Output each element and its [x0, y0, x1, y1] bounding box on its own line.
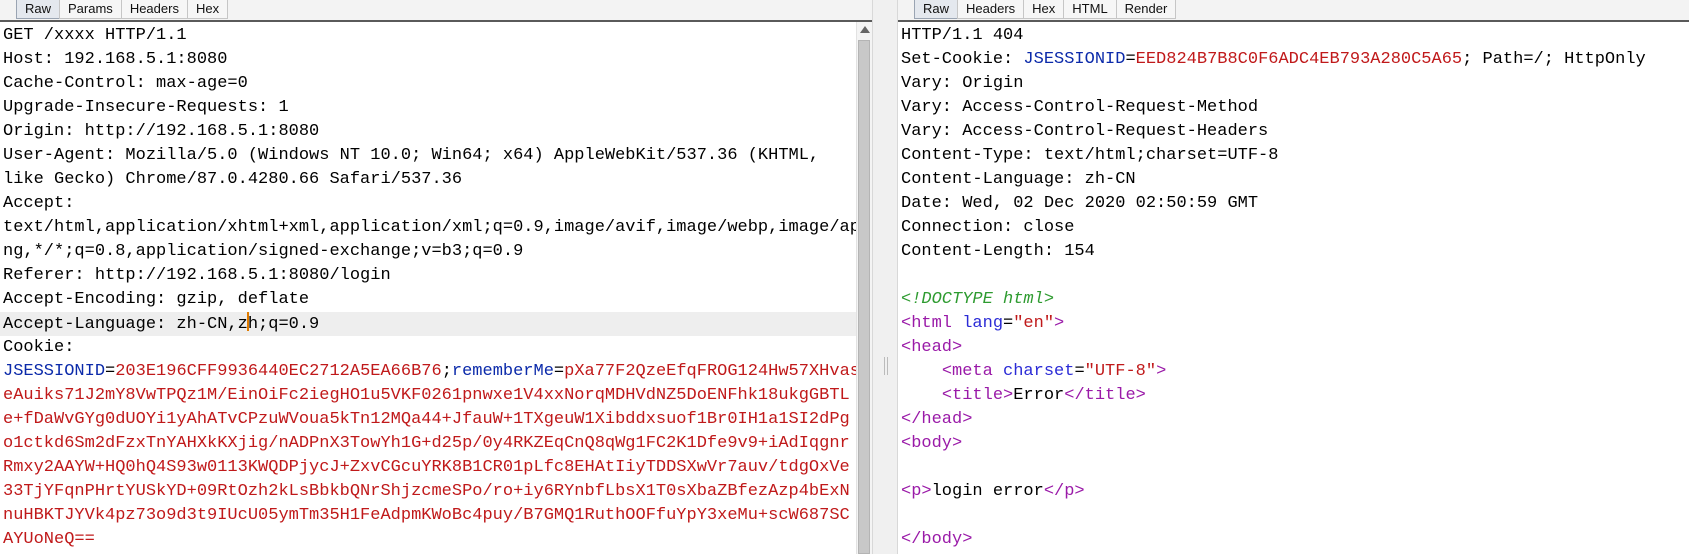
cookie-rememberme-value: pXa77F2QzeEfqFROG124Hw57XHvas: [564, 362, 860, 381]
response-tab-html[interactable]: HTML: [1063, 0, 1117, 19]
body-paragraph: <p>login error</p>: [898, 480, 1689, 504]
set-cookie-name: JSESSIONID: [1023, 50, 1126, 69]
request-pane: Raw Params Headers Hex GET /xxxx HTTP/1.…: [0, 0, 872, 554]
body-head-close: </head>: [901, 410, 973, 429]
request-tab-headers[interactable]: Headers: [120, 0, 188, 19]
charset-equals: =: [1074, 362, 1085, 381]
p-open-tag: <p>: [901, 482, 932, 501]
response-header-set-cookie: Set-Cookie: JSESSIONID=EED824B7B8C0F6ADC…: [898, 48, 1689, 72]
meta-tag-close: >: [1156, 362, 1167, 381]
charset-value: "UTF-8": [1084, 362, 1157, 381]
paragraph-text: login error: [931, 482, 1044, 501]
body-body-open: <body>: [901, 434, 963, 453]
divider-grip-icon: [884, 357, 888, 375]
cookie-rememberme-value-cont: AYUoNeQ==: [3, 530, 95, 549]
cookie-rememberme-value-cont: eAuiks71J2mY8VwTPQz1M/EinOiFc2iegHO1u5VK…: [3, 386, 850, 405]
split-pane-divider[interactable]: [872, 0, 898, 554]
request-tab-hex[interactable]: Hex: [186, 0, 229, 19]
request-tab-params[interactable]: Params: [59, 0, 122, 19]
p-close-tag: </p>: [1043, 482, 1085, 501]
title-close-tag: </title>: [1064, 386, 1146, 405]
lang-equals: =: [1003, 314, 1014, 333]
request-editor[interactable]: GET /xxxx HTTP/1.1 Host: 192.168.5.1:808…: [0, 22, 860, 554]
request-header-accept: Accept:: [3, 194, 75, 213]
request-header-origin: Origin: http://192.168.5.1:8080: [3, 122, 320, 141]
html-tag: <html: [901, 314, 953, 333]
cookie-jsessionid-value: 203E196CFF9936440EC2712A5EA66B76: [115, 362, 442, 381]
cookie-jsessionid-name: JSESSIONID: [3, 362, 106, 381]
response-tab-render[interactable]: Render: [1115, 0, 1177, 19]
request-header-user-agent: User-Agent: Mozilla/5.0 (Windows NT 10.0…: [3, 146, 820, 165]
request-tab-raw[interactable]: Raw: [16, 0, 61, 19]
accept-language-text-a: Accept-Language: zh-CN,z: [3, 315, 248, 334]
request-header-user-agent-cont: like Gecko) Chrome/87.0.4280.66 Safari/5…: [3, 170, 463, 189]
set-cookie-value: EED824B7B8C0F6ADC4EB793A280C5A65: [1135, 50, 1463, 69]
request-header-cookie: Cookie:: [3, 338, 75, 357]
lang-value: "en": [1013, 314, 1055, 333]
title-text: Error: [1013, 386, 1065, 405]
response-header: Connection: close: [901, 218, 1075, 237]
body-body-close: </body>: [901, 530, 973, 549]
set-cookie-label: Set-Cookie:: [901, 50, 1024, 69]
set-cookie-attributes: ; Path=/; HttpOnly: [1462, 50, 1646, 69]
request-tabbar: Raw Params Headers Hex: [0, 0, 872, 22]
request-header-accept-value-cont: ng,*/*;q=0.8,application/signed-exchange…: [3, 242, 524, 261]
response-status-line: HTTP/1.1 404: [901, 26, 1024, 45]
title-open-tag: <title>: [941, 386, 1014, 405]
charset-attr: charset: [1003, 362, 1075, 381]
request-header-referer: Referer: http://192.168.5.1:8080/login: [3, 266, 391, 285]
response-tab-hex[interactable]: Hex: [1023, 0, 1065, 19]
request-header-cache-control: Cache-Control: max-age=0: [3, 74, 248, 93]
response-header: Content-Type: text/html;charset=UTF-8: [901, 146, 1279, 165]
body-title: <title>Error</title>: [898, 384, 1689, 408]
cookie-rememberme-value-cont: o1ctkd6Sm2dFzxTnYAHXkKXjig/nADPnX3TowYh1…: [3, 434, 850, 453]
body-meta: <meta charset="UTF-8">: [898, 360, 1689, 384]
request-header-upgrade-insecure: Upgrade-Insecure-Requests: 1: [3, 98, 289, 117]
response-tab-raw[interactable]: Raw: [914, 0, 959, 19]
body-html-open: <html lang="en">: [898, 312, 1689, 336]
response-pane: Raw Headers Hex HTML Render HTTP/1.1 404…: [898, 0, 1689, 554]
response-header: Content-Length: 154: [901, 242, 1095, 261]
response-header: Content-Language: zh-CN: [901, 170, 1136, 189]
request-header-host: Host: 192.168.5.1:8080: [3, 50, 228, 69]
response-header: Vary: Origin: [901, 74, 1024, 93]
html-tag-close: >: [1054, 314, 1065, 333]
cookie-rememberme-value-cont: 33TjYFqnPHrtYUSkYD+09RtOzh2kLsBbkbQNrShj…: [3, 482, 850, 501]
response-tabbar: Raw Headers Hex HTML Render: [898, 0, 1689, 22]
response-tab-headers[interactable]: Headers: [957, 0, 1025, 19]
response-header: Date: Wed, 02 Dec 2020 02:50:59 GMT: [901, 194, 1259, 213]
cookie-separator: ;: [441, 362, 452, 381]
request-header-accept-encoding: Accept-Encoding: gzip, deflate: [3, 290, 310, 309]
cookie-rememberme-value-cont: Rmxy2AAYW+HQ0hQ4S93w0113KWQDPjycJ+ZxvCGc…: [3, 458, 850, 477]
request-header-accept-language: Accept-Language: zh-CN,zh;q=0.9: [0, 312, 856, 336]
response-header: Vary: Access-Control-Request-Headers: [901, 122, 1269, 141]
accept-language-text-b: h;q=0.9: [247, 315, 320, 334]
cookie-equals: =: [105, 362, 116, 381]
body-doctype: <!DOCTYPE html>: [901, 290, 1055, 309]
meta-tag: <meta: [941, 362, 993, 381]
cookie-rememberme-name: rememberMe: [451, 362, 554, 381]
scroll-up-arrow-icon[interactable]: [860, 26, 870, 33]
cookie-rememberme-value-cont: nuHBKTJYVk4pz73o9d3t9IUcU05ymTm35H1FeAdp…: [3, 506, 850, 525]
cookie-line: JSESSIONID=203E196CFF9936440EC2712A5EA66…: [0, 360, 860, 384]
request-header-accept-value: text/html,application/xhtml+xml,applicat…: [3, 218, 860, 237]
response-editor[interactable]: HTTP/1.1 404 Set-Cookie: JSESSIONID=EED8…: [898, 22, 1689, 554]
scrollbar-thumb[interactable]: [858, 40, 870, 554]
set-cookie-equals: =: [1125, 50, 1136, 69]
body-head-open: <head>: [901, 338, 963, 357]
cookie-rememberme-value-cont: e+fDaWvGYg0dUOYi1yAhATvCPzuWVoua5kTn12MQ…: [3, 410, 850, 429]
request-line: GET /xxxx HTTP/1.1: [3, 26, 187, 45]
lang-attr: lang: [962, 314, 1004, 333]
cookie-equals: =: [553, 362, 565, 381]
response-header: Vary: Access-Control-Request-Method: [901, 98, 1259, 117]
request-scrollbar[interactable]: [856, 22, 872, 554]
